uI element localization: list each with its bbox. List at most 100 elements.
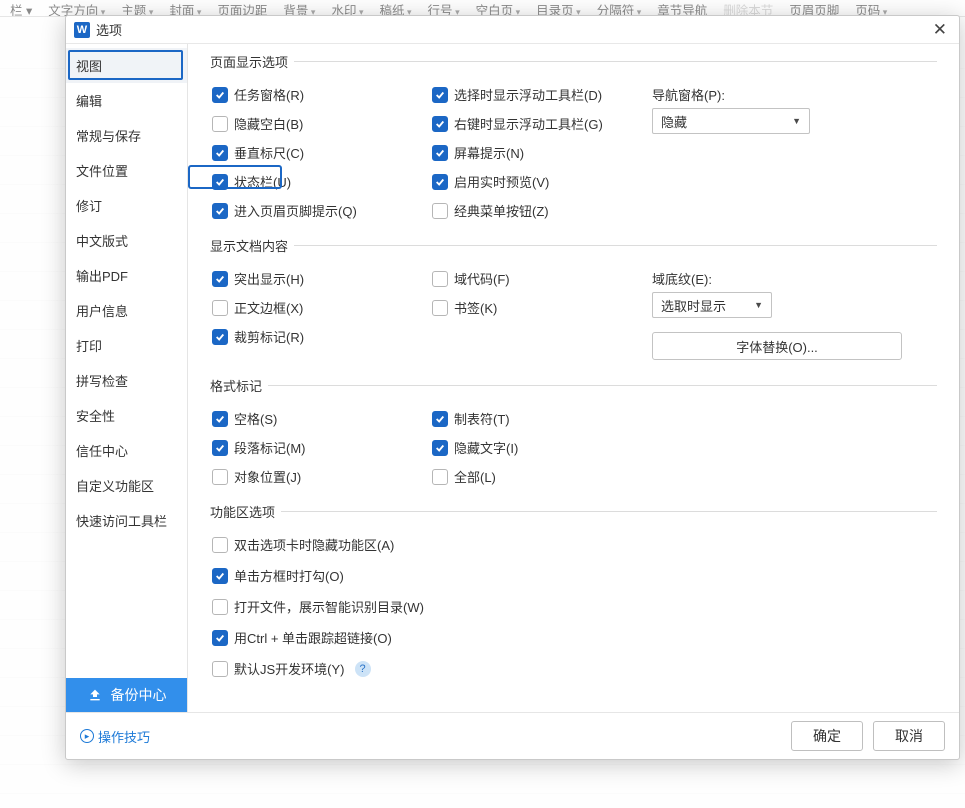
checkbox-默认JS开发环境(Y)[interactable]: 默认JS开发环境(Y)?	[212, 659, 937, 678]
sidebar-item-label: 拼写检查	[76, 374, 128, 389]
checkbox-label: 单击方框时打勾(O)	[234, 566, 344, 585]
sidebar-item-userinfo[interactable]: 用户信息	[66, 293, 187, 328]
checkbox-box	[212, 537, 228, 553]
checkbox-box	[432, 174, 448, 190]
checkbox-label: 垂直标尺(C)	[234, 143, 304, 162]
close-icon[interactable]: ✕	[929, 21, 951, 38]
sidebar-item-quick[interactable]: 快速访问工具栏	[66, 503, 187, 538]
sidebar-item-general[interactable]: 常规与保存	[66, 118, 187, 153]
tips-icon: ▸	[80, 729, 94, 743]
sidebar-item-revision[interactable]: 修订	[66, 188, 187, 223]
options-dialog: W 选项 ✕ 视图 编辑 常规与保存 文件位置 修订 中文版式 输出PDF 用户…	[65, 15, 960, 760]
checkbox-label: 制表符(T)	[454, 409, 510, 428]
checkbox-双击选项卡时隐藏功能区(A)[interactable]: 双击选项卡时隐藏功能区(A)	[212, 535, 937, 554]
checkbox-书签(K)[interactable]: 书签(K)	[432, 298, 652, 317]
checkbox-裁剪标记(R)[interactable]: 裁剪标记(R)	[212, 327, 432, 346]
checkbox-任务窗格(R)[interactable]: 任务窗格(R)	[212, 85, 432, 104]
sidebar-item-label: 输出PDF	[76, 269, 128, 284]
sidebar-item-label: 打印	[76, 339, 102, 354]
sidebar-item-view[interactable]: 视图	[66, 48, 187, 83]
checkbox-label: 全部(L)	[454, 467, 496, 486]
group-doc-content: 显示文档内容 突出显示(H)正文边框(X)裁剪标记(R) 域代码(F)书签(K)…	[210, 236, 937, 366]
checkbox-box	[212, 568, 228, 584]
checkbox-box	[212, 145, 228, 161]
group-ribbon-options: 功能区选项 双击选项卡时隐藏功能区(A)单击方框时打勾(O)打开文件，展示智能识…	[210, 502, 937, 684]
checkbox-label: 正文边框(X)	[234, 298, 303, 317]
checkbox-box	[212, 203, 228, 219]
checkbox-box	[432, 87, 448, 103]
checkbox-右键时显示浮动工具栏(G)[interactable]: 右键时显示浮动工具栏(G)	[432, 114, 652, 133]
backup-center-button[interactable]: 备份中心	[66, 678, 187, 712]
checkbox-垂直标尺(C)[interactable]: 垂直标尺(C)	[212, 143, 432, 162]
checkbox-label: 状态栏(U)	[234, 172, 291, 191]
checkbox-用Ctrl + 单击跟踪超链接(O)[interactable]: 用Ctrl + 单击跟踪超链接(O)	[212, 628, 937, 647]
backup-center-label: 备份中心	[111, 685, 167, 705]
button-label: 取消	[895, 726, 923, 746]
checkbox-label: 域代码(F)	[454, 269, 510, 288]
checkbox-打开文件，展示智能识别目录(W)[interactable]: 打开文件，展示智能识别目录(W)	[212, 597, 937, 616]
checkbox-box	[212, 300, 228, 316]
checkbox-label: 右键时显示浮动工具栏(G)	[454, 114, 603, 133]
field-shading-label: 域底纹(E):	[652, 269, 902, 288]
nav-pane-select[interactable]: 隐藏 ▼	[652, 108, 810, 134]
sidebar-item-customfn[interactable]: 自定义功能区	[66, 468, 187, 503]
checkbox-屏幕提示(N)[interactable]: 屏幕提示(N)	[432, 143, 652, 162]
sidebar-item-label: 常规与保存	[76, 129, 141, 144]
checkbox-box	[212, 630, 228, 646]
checkbox-正文边框(X)[interactable]: 正文边框(X)	[212, 298, 432, 317]
checkbox-经典菜单按钮(Z)[interactable]: 经典菜单按钮(Z)	[432, 201, 652, 220]
checkbox-隐藏空白(B)[interactable]: 隐藏空白(B)	[212, 114, 432, 133]
checkbox-对象位置(J)[interactable]: 对象位置(J)	[212, 467, 432, 486]
select-value: 选取时显示	[661, 296, 726, 315]
dialog-titlebar: W 选项 ✕	[66, 16, 959, 44]
operation-tips-link[interactable]: ▸ 操作技巧	[80, 727, 150, 746]
sidebar-item-spell[interactable]: 拼写检查	[66, 363, 187, 398]
sidebar-item-print[interactable]: 打印	[66, 328, 187, 363]
checkbox-空格(S)[interactable]: 空格(S)	[212, 409, 432, 428]
checkbox-隐藏文字(I)[interactable]: 隐藏文字(I)	[432, 438, 652, 457]
checkbox-状态栏(U)[interactable]: 状态栏(U)	[212, 172, 432, 191]
checkbox-box	[212, 116, 228, 132]
sidebar-item-label: 文件位置	[76, 164, 128, 179]
font-substitution-button[interactable]: 字体替换(O)...	[652, 332, 902, 360]
checkbox-box	[212, 440, 228, 456]
checkbox-box	[212, 174, 228, 190]
checkbox-box	[432, 469, 448, 485]
checkbox-单击方框时打勾(O)[interactable]: 单击方框时打勾(O)	[212, 566, 937, 585]
sidebar-item-security[interactable]: 安全性	[66, 398, 187, 433]
cancel-button[interactable]: 取消	[873, 721, 945, 751]
checkbox-box	[432, 411, 448, 427]
button-label: 字体替换(O)...	[736, 337, 818, 356]
checkbox-进入页眉页脚提示(Q)[interactable]: 进入页眉页脚提示(Q)	[212, 201, 432, 220]
sidebar-item-label: 安全性	[76, 409, 115, 424]
checkbox-label: 空格(S)	[234, 409, 277, 428]
checkbox-制表符(T)[interactable]: 制表符(T)	[432, 409, 652, 428]
sidebar: 视图 编辑 常规与保存 文件位置 修订 中文版式 输出PDF 用户信息 打印 拼…	[66, 44, 188, 712]
sidebar-item-chinese[interactable]: 中文版式	[66, 223, 187, 258]
checkbox-启用实时预览(V)[interactable]: 启用实时预览(V)	[432, 172, 652, 191]
checkbox-突出显示(H)[interactable]: 突出显示(H)	[212, 269, 432, 288]
checkbox-label: 进入页眉页脚提示(Q)	[234, 201, 357, 220]
sidebar-item-edit[interactable]: 编辑	[66, 83, 187, 118]
checkbox-box	[212, 271, 228, 287]
sidebar-item-label: 用户信息	[76, 304, 128, 319]
dialog-footer: ▸ 操作技巧 确定 取消	[66, 712, 959, 759]
checkbox-全部(L)[interactable]: 全部(L)	[432, 467, 652, 486]
checkbox-label: 书签(K)	[454, 298, 497, 317]
sidebar-item-trust[interactable]: 信任中心	[66, 433, 187, 468]
checkbox-label: 隐藏文字(I)	[454, 438, 518, 457]
ok-button[interactable]: 确定	[791, 721, 863, 751]
checkbox-选择时显示浮动工具栏(D)[interactable]: 选择时显示浮动工具栏(D)	[432, 85, 652, 104]
options-content: 页面显示选项 任务窗格(R)隐藏空白(B)垂直标尺(C)状态栏(U)进入页眉页脚…	[188, 44, 959, 712]
checkbox-label: 段落标记(M)	[234, 438, 306, 457]
checkbox-label: 裁剪标记(R)	[234, 327, 304, 346]
chevron-down-icon: ▼	[792, 116, 801, 126]
checkbox-label: 任务窗格(R)	[234, 85, 304, 104]
checkbox-域代码(F)[interactable]: 域代码(F)	[432, 269, 652, 288]
sidebar-item-outputpdf[interactable]: 输出PDF	[66, 258, 187, 293]
sidebar-item-fileloc[interactable]: 文件位置	[66, 153, 187, 188]
checkbox-段落标记(M)[interactable]: 段落标记(M)	[212, 438, 432, 457]
help-icon[interactable]: ?	[355, 661, 371, 677]
field-shading-select[interactable]: 选取时显示 ▼	[652, 292, 772, 318]
checkbox-box	[212, 661, 228, 677]
